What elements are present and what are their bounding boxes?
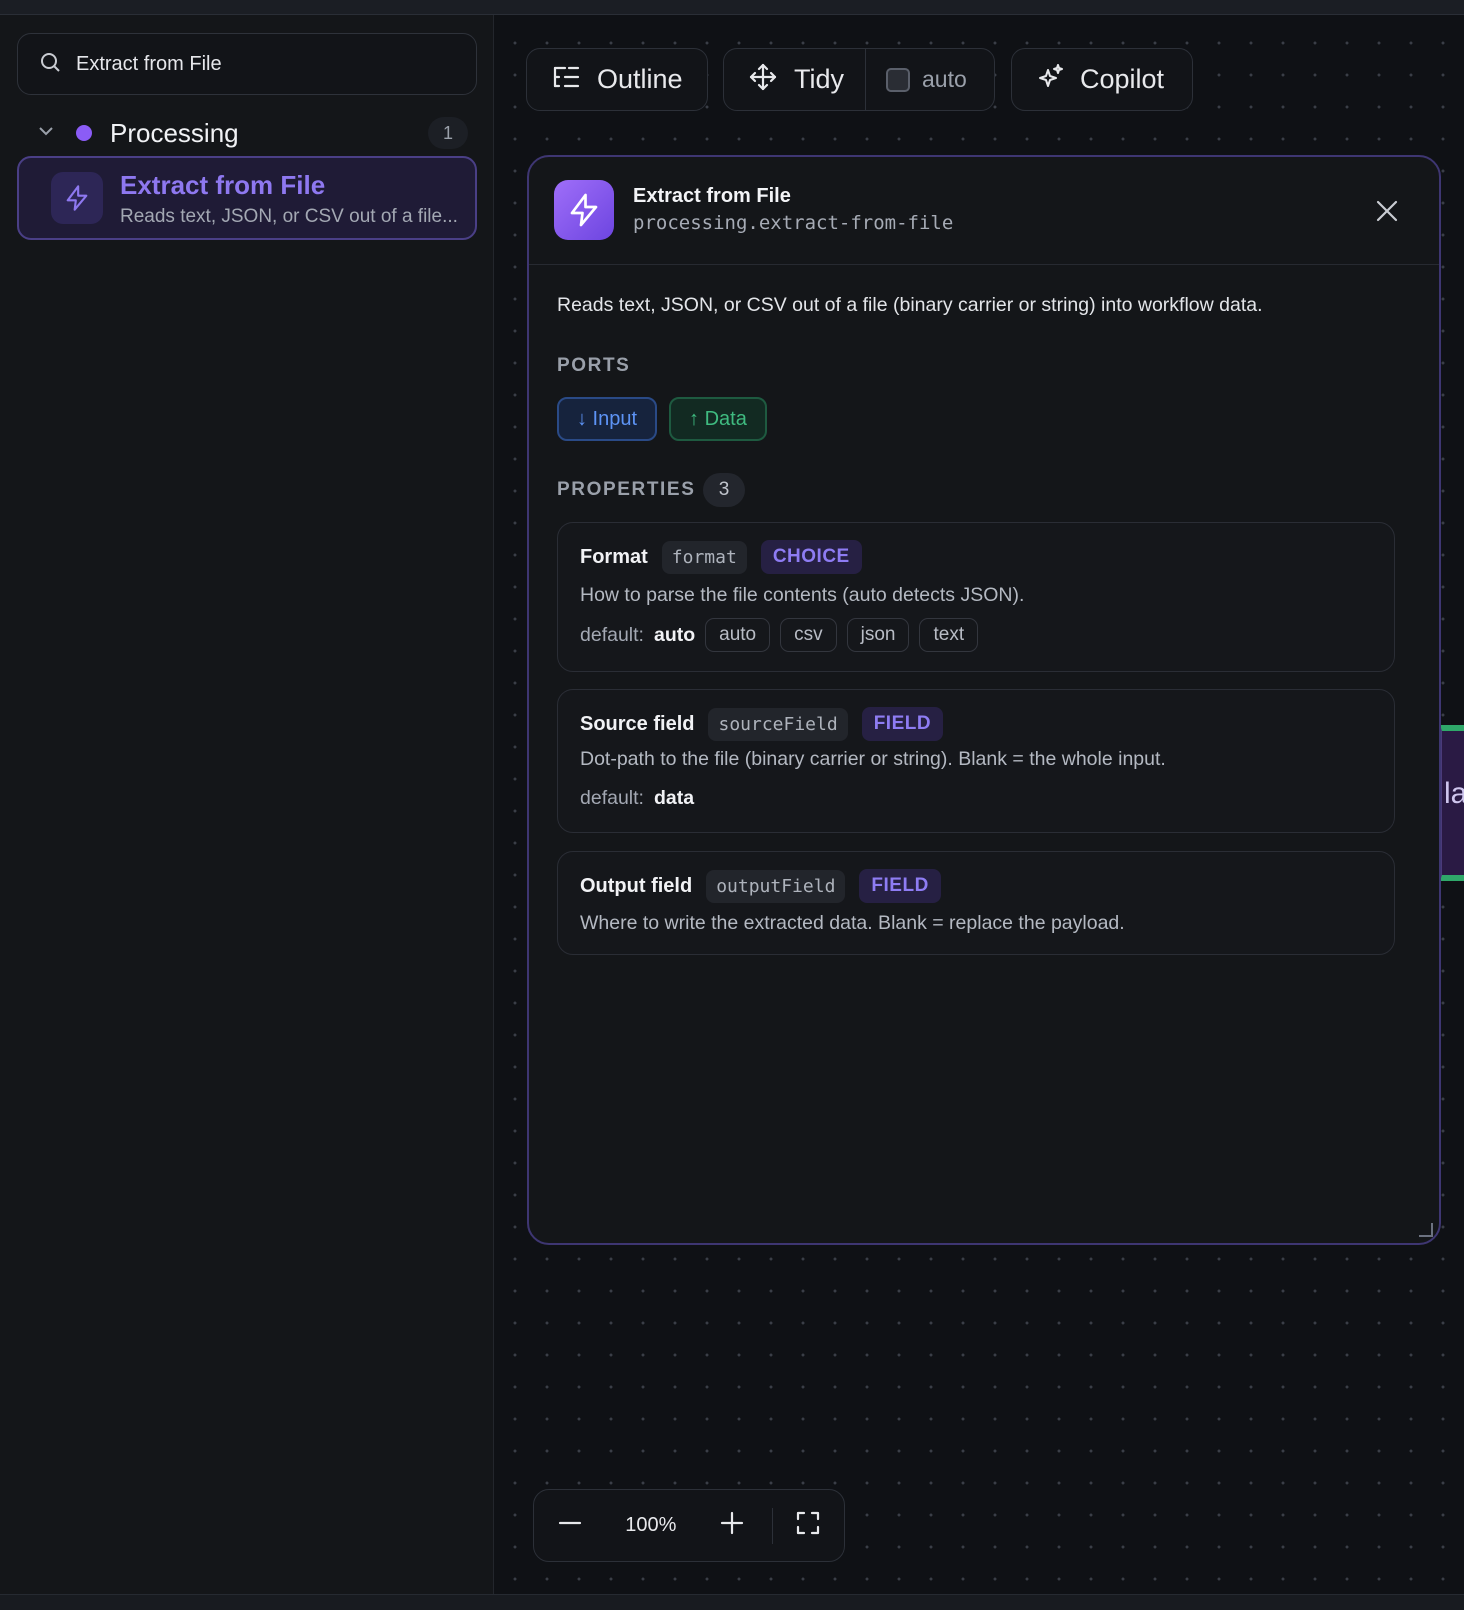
tidy-button[interactable]: Tidy (724, 49, 866, 110)
property-key: outputField (706, 869, 846, 903)
category-count-badge: 1 (428, 117, 468, 149)
ports-heading: PORTS (557, 355, 631, 376)
node-library-sidebar: Processing 1 Extract from File Reads tex… (0, 15, 494, 1594)
auto-tidy-toggle[interactable]: auto (866, 49, 967, 110)
properties-count-badge: 3 (703, 473, 745, 507)
property-name: Output field (580, 874, 693, 897)
category-processing[interactable]: Processing 1 (28, 113, 468, 153)
search-icon (38, 50, 62, 79)
tidy-label: Tidy (794, 64, 845, 94)
status-bar (0, 1594, 1464, 1610)
option-chip-json[interactable]: json (846, 618, 910, 652)
property-card-format: Format format CHOICE How to parse the fi… (557, 522, 1395, 672)
bolt-icon (554, 180, 614, 240)
zoom-out-button[interactable] (534, 1490, 605, 1561)
offscreen-node[interactable]: la (1440, 725, 1464, 881)
plus-icon (719, 1510, 745, 1541)
property-card-output-field: Output field outputField FIELD Where to … (557, 851, 1395, 955)
property-description: How to parse the file contents (auto det… (580, 584, 1025, 606)
search-input[interactable] (76, 52, 456, 76)
node-item-title: Extract from File (120, 170, 326, 200)
window-top-bar (0, 0, 1464, 15)
properties-heading: PROPERTIES (557, 479, 696, 500)
property-default: default: auto auto csv json text (580, 618, 979, 652)
category-name: Processing (110, 117, 239, 148)
tidy-group: Tidy auto (723, 48, 995, 111)
property-name: Format (580, 545, 648, 568)
property-card-source-field: Source field sourceField FIELD Dot-path … (557, 689, 1395, 833)
outline-label: Outline (597, 64, 683, 94)
property-type-badge: CHOICE (760, 540, 862, 574)
option-chip-text[interactable]: text (919, 618, 979, 652)
node-detail-panel: Extract from File processing.extract-fro… (527, 155, 1441, 1245)
panel-description: Reads text, JSON, or CSV out of a file (… (557, 294, 1263, 316)
copilot-button[interactable]: Copilot (1011, 48, 1193, 111)
property-default: default: data (580, 787, 694, 810)
node-item-extract-from-file[interactable]: Extract from File Reads text, JSON, or C… (17, 156, 477, 240)
default-value: data (653, 787, 695, 809)
ports-list: ↓ Input ↑ Data (557, 397, 767, 441)
property-description: Where to write the extracted data. Blank… (580, 912, 1125, 934)
panel-title: Extract from File (633, 185, 791, 207)
bolt-icon (51, 172, 103, 224)
close-icon[interactable] (1373, 197, 1401, 225)
sparkles-icon (1036, 62, 1066, 97)
outline-button[interactable]: Outline (526, 48, 708, 111)
property-description: Dot-path to the file (binary carrier or … (580, 748, 1166, 770)
default-label: default: (580, 623, 644, 646)
search-box[interactable] (17, 33, 477, 95)
option-chip-auto[interactable]: auto (705, 618, 771, 652)
zoom-level: 100% (625, 1514, 677, 1536)
category-color-dot (76, 125, 92, 141)
port-input[interactable]: ↓ Input (557, 397, 658, 441)
resize-handle[interactable] (1419, 1223, 1433, 1237)
zoom-controls: 100% (533, 1489, 845, 1562)
port-output-data[interactable]: ↑ Data (669, 397, 767, 441)
outline-icon (551, 62, 581, 97)
property-name: Source field (580, 712, 695, 735)
minus-icon (557, 1510, 583, 1541)
workflow-canvas[interactable]: Outline Tidy auto Copilot la Extract fro… (495, 15, 1464, 1594)
offscreen-node-label: la (1444, 777, 1464, 810)
property-type-badge: FIELD (859, 869, 941, 903)
property-key: format (661, 540, 747, 574)
default-label: default: (580, 787, 644, 809)
move-icon (748, 62, 778, 97)
panel-node-id: processing.extract-from-file (633, 212, 954, 234)
copilot-label: Copilot (1080, 64, 1165, 94)
property-type-badge: FIELD (861, 707, 944, 741)
property-key: sourceField (708, 707, 848, 741)
auto-checkbox[interactable] (886, 67, 910, 92)
fit-view-button[interactable] (773, 1490, 844, 1561)
panel-header: Extract from File processing.extract-fro… (529, 157, 1439, 265)
zoom-in-button[interactable] (696, 1490, 767, 1561)
node-item-description: Reads text, JSON, or CSV out of a file..… (120, 206, 458, 227)
fullscreen-icon (795, 1510, 821, 1541)
default-value: auto (653, 623, 696, 646)
option-chip-csv[interactable]: csv (780, 618, 837, 652)
chevron-down-icon[interactable] (28, 119, 58, 148)
auto-label: auto (922, 66, 967, 92)
